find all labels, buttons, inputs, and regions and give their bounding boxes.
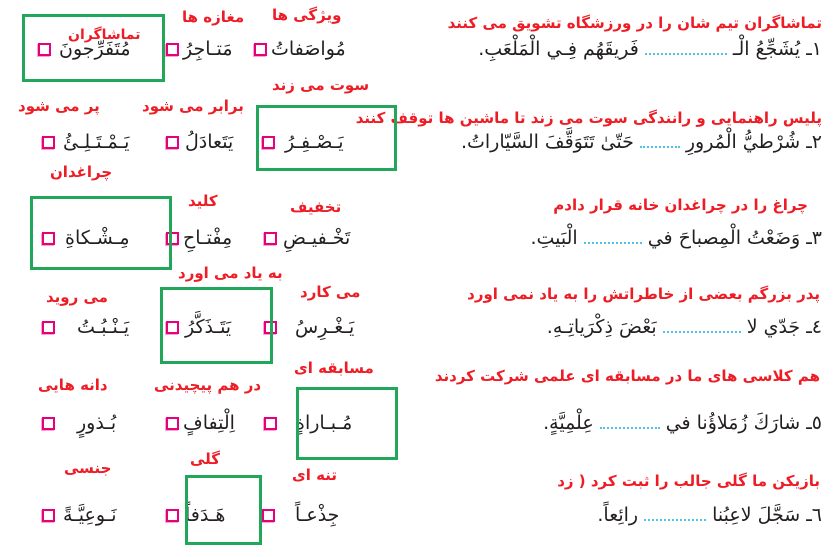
sentence-before: ٤ـ جَدّي لا — [746, 316, 822, 338]
sentence-after: عِلْمِيَّةٍ. — [543, 412, 594, 434]
option-q4-3[interactable]: يَـنْـبُـتُ — [42, 318, 129, 337]
translation-q1: تماشاگران تیم شان را در ورزشگاه تشویق می… — [447, 14, 822, 32]
option-word: اِلْتِفافٍ — [183, 412, 235, 434]
translation-q6: بازیکن ما گلی جالب را ثبت کرد ( زد — [557, 472, 820, 490]
gloss-q2-opt3: پر می شود — [18, 97, 100, 115]
option-q5-3[interactable]: بُـذورٍ — [42, 414, 116, 433]
gloss-q6-opt3: جنسی — [64, 459, 112, 477]
checkbox-icon[interactable] — [264, 417, 277, 430]
checkbox-icon[interactable] — [42, 136, 55, 149]
option-word: جِذْعـاً — [295, 504, 340, 526]
option-word: نَـوعِيَّـةً — [63, 504, 117, 526]
sentence-q5: ٥ـ شارَكَ زُمَلاؤُنا في عِلْمِيَّةٍ. — [543, 414, 822, 433]
gloss-q3-opt2: کلید — [188, 192, 218, 210]
option-word: مِفْتـاحِ — [183, 227, 233, 249]
option-word: بُـذورٍ — [77, 412, 117, 434]
option-q2-2[interactable]: يَتَعادَلُ — [166, 133, 233, 152]
option-word: تَخْـفيـضِ — [283, 227, 351, 249]
gloss-q3-opt1: تخفیف — [290, 198, 342, 216]
checkbox-icon[interactable] — [264, 232, 277, 245]
gloss-q5-opt2: در هم پیچیدنی — [154, 376, 262, 394]
option-q1-1[interactable]: مُواصَفاتُ — [254, 40, 346, 59]
answer-blank[interactable] — [644, 49, 727, 55]
option-q5-2[interactable]: اِلْتِفافٍ — [166, 414, 235, 433]
answer-highlight-box — [296, 387, 398, 460]
option-q1-2[interactable]: مَتـاجِرُ — [166, 40, 233, 59]
gloss-q1-opt1: ویژگی ها — [272, 6, 342, 24]
answer-blank[interactable] — [599, 423, 660, 429]
option-word: مَتـاجِرُ — [183, 38, 233, 60]
gloss-q4-opt1: می کارد — [300, 283, 361, 301]
option-q3-2[interactable]: مِفْتـاحِ — [166, 229, 232, 248]
sentence-after: الْبَيتِ. — [530, 227, 578, 249]
checkbox-icon[interactable] — [42, 417, 55, 430]
option-word: مُواصَفاتُ — [271, 38, 346, 60]
sentence-before: ١ـ يُشَجِّعُ الْـ — [732, 38, 822, 60]
translation-q3: چراغ را در چراغدان خانه قرار دادم — [553, 196, 808, 214]
option-word: يَـمْـتَـلِـئُ — [63, 131, 130, 153]
gloss-q1-opt2: مغازه ها — [182, 8, 245, 26]
option-word: يَتَعادَلُ — [185, 131, 234, 153]
answer-blank[interactable] — [639, 142, 680, 148]
answer-blank[interactable] — [662, 327, 741, 333]
answer-highlight-box — [185, 475, 262, 545]
translation-q5: هم کلاسی های ما در مسابقه ای علمی شرکت ک… — [434, 367, 820, 385]
option-word: يَـغْـرِسُ — [295, 316, 355, 338]
gloss-q2-opt2: برابر می شود — [142, 97, 244, 115]
sentence-q4: ٤ـ جَدّي لا بَعْضَ ذِكْرَياتِـهِ. — [547, 318, 822, 337]
sentence-after: فَريقَهُم فِـي الْمَلْعَبِ. — [478, 38, 639, 60]
answer-blank[interactable] — [644, 515, 707, 521]
gloss-q5-opt3: دانه هایی — [38, 376, 108, 394]
checkbox-icon[interactable] — [166, 417, 179, 430]
gloss-q2-opt1: سوت می زند — [272, 76, 370, 94]
gloss-q6-opt1: تنه ای — [292, 466, 337, 484]
sentence-q3: ٣ـ وَضَعْتُ الْمِصباحَ في الْبَيتِ. — [530, 229, 822, 248]
checkbox-icon[interactable] — [166, 136, 179, 149]
option-q2-3[interactable]: يَـمْـتَـلِـئُ — [42, 133, 129, 152]
checkbox-icon[interactable] — [262, 509, 275, 522]
sentence-before: ٥ـ شارَكَ زُمَلاؤُنا في — [665, 412, 822, 434]
option-q6-3[interactable]: نَـوعِيَّـةً — [42, 506, 117, 525]
checkbox-icon[interactable] — [166, 509, 179, 522]
translation-q4: پدر بزرگم بعضی از خاطراتش را به یاد نمی … — [467, 285, 820, 303]
sentence-after: رائِعاً. — [597, 504, 639, 526]
option-q6-1[interactable]: جِذْعـاً — [262, 506, 339, 525]
checkbox-icon[interactable] — [42, 321, 55, 334]
answer-highlight-box — [160, 287, 273, 364]
option-q4-1[interactable]: يَـغْـرِسُ — [264, 318, 354, 337]
sentence-after: بَعْضَ ذِكْرَياتِـهِ. — [546, 316, 657, 338]
option-q3-1[interactable]: تَخْـفيـضِ — [264, 229, 350, 248]
checkbox-icon[interactable] — [166, 43, 179, 56]
gloss-q4-opt3: می روید — [46, 288, 108, 306]
gloss-q3-opt3: چراغدان — [50, 163, 113, 181]
answer-blank[interactable] — [583, 238, 642, 244]
sentence-q1: ١ـ يُشَجِّعُ الْـ فَريقَهُم فِـي الْمَلْع… — [478, 40, 822, 59]
answer-highlight-box — [30, 196, 172, 270]
checkbox-icon[interactable] — [254, 43, 267, 56]
gloss-q4-opt2: به یاد می اورد — [178, 264, 283, 282]
sentence-before: ٦ـ سَجَّلَ لاعِبُنا — [712, 504, 822, 526]
checkbox-icon[interactable] — [42, 509, 55, 522]
sentence-after: حَتّىٰ تَتَوَقَّفَ السَّيّاراتُ. — [460, 131, 634, 153]
translation-q2: پلیس راهنمایی و رانندگی سوت می زند تا ما… — [355, 109, 822, 127]
gloss-q6-opt2: گلی — [190, 450, 221, 468]
sentence-q6: ٦ـ سَجَّلَ لاعِبُنا رائِعاً. — [597, 506, 822, 525]
sentence-before: ٢ـ شُرْطيُّ الْمُرورِ — [685, 131, 822, 153]
sentence-before: ٣ـ وَضَعْتُ الْمِصباحَ في — [647, 227, 822, 249]
sentence-q2: ٢ـ شُرْطيُّ الْمُرورِ حَتّىٰ تَتَوَقَّفَ … — [461, 133, 822, 152]
option-word: يَـنْـبُـتُ — [77, 316, 130, 338]
answer-highlight-box — [256, 105, 397, 171]
answer-highlight-box — [22, 14, 165, 82]
gloss-q5-opt1: مسابقه ای — [294, 359, 374, 377]
